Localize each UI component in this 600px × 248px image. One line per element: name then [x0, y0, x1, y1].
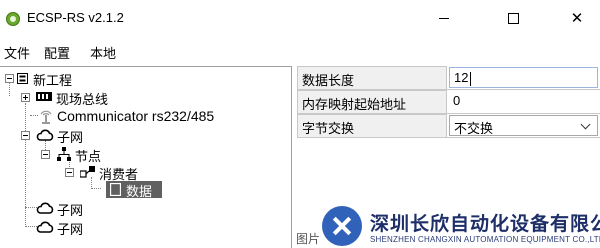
tree-connector — [25, 103, 26, 227]
maximize-button[interactable] — [490, 0, 536, 36]
tree-node-root[interactable]: 新工程 — [33, 70, 72, 89]
minimize-icon — [439, 17, 449, 19]
property-value: 不交换 — [447, 114, 600, 138]
tree-node-data[interactable]: 数据 — [106, 181, 162, 199]
expander-node[interactable] — [41, 150, 50, 159]
menu-local[interactable]: 本地 — [90, 43, 116, 62]
property-name: 字节交换 — [297, 114, 447, 138]
tree-connector — [9, 81, 10, 96]
expander-root[interactable] — [5, 74, 14, 83]
byte-swap-select[interactable]: 不交换 — [449, 115, 598, 136]
tree-node-device[interactable]: Communicator rs232/485 — [57, 108, 214, 124]
memory-start-address-value: 0 — [453, 93, 461, 108]
property-name: 内存映射起始地址 — [297, 90, 447, 114]
maximize-icon — [507, 12, 519, 24]
menu-file[interactable]: 文件 — [4, 43, 30, 62]
watermark-company-cn: 深圳长欣自动化设备有限公司 — [370, 214, 600, 235]
property-row: 字节交换 不交换 — [297, 114, 600, 138]
expander-fieldbus[interactable] — [21, 93, 30, 102]
property-row: 内存映射起始地址 0 — [297, 90, 600, 114]
data-length-value: 12 — [454, 70, 469, 85]
project-tree[interactable]: 新工程 现场总线 Communicator rs232/485 子网 节点 消费… — [0, 66, 292, 248]
bus-icon — [36, 92, 52, 101]
close-icon: ✕ — [570, 9, 584, 27]
watermark-company-en: SHENZHEN CHANGXIN AUTOMATION EQUIPMENT C… — [370, 235, 600, 244]
tree-node-subnet-1[interactable]: 子网 — [57, 127, 83, 146]
property-name: 数据长度 — [297, 66, 447, 90]
expander-subnet-1[interactable] — [21, 131, 30, 140]
close-button[interactable]: ✕ — [554, 0, 600, 36]
project-icon — [17, 73, 28, 84]
cloud-icon — [36, 221, 54, 233]
text-cursor — [470, 72, 471, 86]
data-icon — [110, 183, 121, 196]
tree-node-data-label: 数据 — [126, 184, 153, 199]
cloud-icon — [36, 129, 54, 141]
minimize-button[interactable] — [421, 0, 467, 36]
antenna-icon — [40, 110, 52, 124]
chevron-down-icon — [580, 119, 591, 130]
app-logo-icon — [6, 12, 20, 26]
cloud-icon — [36, 202, 54, 214]
consumer-icon — [80, 166, 95, 178]
property-value: 12 — [447, 66, 600, 90]
window-title: ECSP-RS v2.1.2 — [27, 10, 124, 25]
byte-swap-value: 不交换 — [454, 121, 494, 136]
watermark-pic-label: 图片 — [296, 232, 321, 246]
tree-connector — [30, 115, 38, 116]
network-icon — [57, 147, 71, 161]
tree-node-subnet-2[interactable]: 子网 — [57, 200, 83, 219]
title-bar: ECSP-RS v2.1.2 ✕ — [0, 0, 600, 36]
tree-node-fieldbus[interactable]: 现场总线 — [56, 89, 108, 108]
tree-node-subnet-3[interactable]: 子网 — [57, 219, 83, 238]
tree-node-node[interactable]: 节点 — [75, 146, 101, 165]
watermark-logo — [322, 206, 362, 246]
menu-bar: 文件 配置 本地 — [0, 40, 600, 62]
tree-connector — [91, 188, 101, 189]
property-row: 数据长度 12 — [297, 66, 600, 90]
menu-config[interactable]: 配置 — [44, 43, 70, 62]
memory-start-address-field[interactable]: 0 — [447, 90, 600, 114]
data-length-input[interactable]: 12 — [449, 67, 598, 88]
expander-consumer[interactable] — [65, 168, 74, 177]
